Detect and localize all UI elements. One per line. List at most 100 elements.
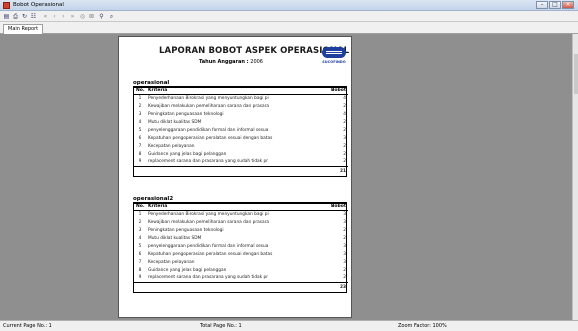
cell-bobot: 2	[343, 143, 346, 149]
table-row: 2 Kewajiban melakukan pemeliharaan sarana…	[134, 218, 348, 226]
cell-no: 8	[138, 151, 142, 157]
search-icon[interactable]: ⚲	[98, 13, 105, 20]
cell-kriteria: Guidance yang jelas bagi pelanggan	[148, 151, 227, 157]
zoom-icon[interactable]: ⌕	[108, 13, 115, 20]
table-row: 4 Mutu diklat kualitas SDM 2	[134, 234, 348, 242]
tab-main-report[interactable]: Main Report	[3, 24, 44, 34]
zoom-status: Zoom Factor: 100%	[398, 323, 447, 329]
table-row: 3 Peningkatan penguasaan teknologi 4	[134, 110, 348, 118]
table-row: 5 penyelenggaraan pendidikan formal dan i…	[134, 242, 348, 250]
section-title: operasional2	[133, 195, 347, 203]
column-header-no: No.	[134, 204, 146, 211]
cell-kriteria: penyelenggaraan pendidikan formal dan in…	[148, 127, 269, 133]
table-row: 4 Mutu diklat kualitas SDM 2	[134, 118, 348, 126]
logo-text: SUCOFINDO	[322, 60, 346, 64]
fiscal-year-value: 2006	[250, 59, 263, 65]
app-icon	[3, 2, 10, 9]
logo-mark	[322, 47, 346, 58]
table-row: 8 Guidance yang jelas bagi pelanggan 2	[134, 266, 348, 274]
table-row: 1 Penyederhanaan Birokrasi yang menyuntun…	[134, 210, 348, 218]
cell-no: 5	[138, 127, 142, 133]
cell-kriteria: Kecepatan pelayanan	[148, 143, 195, 149]
cell-kriteria: Mutu diklat kualitas SDM	[148, 119, 202, 125]
cell-bobot: 3	[343, 243, 346, 249]
cell-no: 4	[138, 235, 142, 241]
cell-bobot: 3	[343, 211, 346, 217]
cell-bobot: 4	[343, 111, 346, 117]
cell-no: 9	[138, 275, 142, 281]
refresh-icon[interactable]: ↻	[21, 13, 28, 20]
window-title: Bobot Operasional	[13, 2, 64, 8]
table-row: 1 Penyederhanaan Birokrasi yang menyuntun…	[134, 94, 348, 102]
cell-bobot: 2	[343, 127, 346, 133]
current-page-status: Current Page No.: 1	[3, 323, 52, 329]
table-row: 2 Kewajiban melakukan pemeliharaan sarana…	[134, 102, 348, 110]
table-row: 6 Kepatuhan pengoperasian peralatan sesua…	[134, 134, 348, 142]
cell-kriteria: Kecepatan pelayanan	[148, 259, 195, 265]
cell-no: 4	[138, 119, 142, 125]
table-frame: No. Kriteria Bobot 1 Penyederhanaan Birok…	[133, 87, 348, 177]
table-row: 6 Kepatuhan pengoperasian peralatan sesua…	[134, 250, 348, 258]
table-total-row: 21	[134, 165, 348, 176]
cell-kriteria: Kewajiban melakukan pemeliharaan sarana …	[148, 219, 270, 225]
cell-bobot: 2	[343, 267, 346, 273]
export-icon[interactable]: ▤	[3, 13, 10, 20]
cell-kriteria: Kewajiban melakukan pemeliharaan sarana …	[148, 103, 270, 109]
cell-no: 2	[138, 103, 142, 109]
first-page-icon[interactable]: «	[42, 13, 49, 20]
cell-no: 3	[138, 227, 142, 233]
table-row: 9 replacement sarana dan prasarana yang s…	[134, 274, 348, 282]
criteria-table: No. Kriteria Bobot 1 Penyederhanaan Birok…	[134, 204, 348, 292]
cell-kriteria: penyelenggaraan pendidikan formal dan in…	[148, 243, 269, 249]
table-row: 7 Kecepatan pelayanan 3	[134, 258, 348, 266]
report-subtitle: Tahun Anggaran : 2006	[199, 59, 263, 65]
cell-bobot: 3	[343, 219, 346, 225]
column-header-no: No.	[134, 88, 146, 95]
group-tree-icon[interactable]: ☷	[30, 13, 37, 20]
title-bar: Bobot Operasional – □ ×	[0, 0, 578, 11]
cell-no: 5	[138, 243, 142, 249]
cell-no: 3	[138, 111, 142, 117]
company-logo: SUCOFINDO	[319, 47, 349, 67]
report-page: LAPORAN BOBOT ASPEK OPERASIONAL Tahun An…	[118, 36, 352, 318]
table-row: 7 Kecepatan pelayanan 2	[134, 142, 348, 150]
minimize-button[interactable]: –	[536, 1, 548, 9]
next-page-icon[interactable]: ›	[60, 13, 67, 20]
cell-bobot: 3	[343, 251, 346, 257]
close-button[interactable]: ×	[562, 1, 574, 9]
status-bar: Current Page No.: 1 Total Page No.: 1 Zo…	[0, 320, 578, 331]
stop-icon[interactable]: ⊠	[88, 13, 95, 20]
maximize-button[interactable]: □	[549, 1, 561, 9]
cell-kriteria: Kepatuhan pengoperasian peralatan sesuai…	[148, 251, 273, 257]
print-icon[interactable]: ⎙	[12, 13, 19, 20]
table-row: 5 penyelenggaraan pendidikan formal dan i…	[134, 126, 348, 134]
cell-bobot: 2	[343, 119, 346, 125]
cell-kriteria: Mutu diklat kualitas SDM	[148, 235, 202, 241]
table-frame: No. Kriteria Bobot 1 Penyederhanaan Birok…	[133, 203, 348, 293]
total-page-status: Total Page No.: 1	[200, 323, 242, 329]
cell-bobot: 2	[343, 159, 346, 165]
cell-no: 9	[138, 159, 142, 165]
cell-kriteria: Kepatuhan pengoperasian peralatan sesuai…	[148, 135, 273, 141]
cell-kriteria: replacement sarana dan prasarana yang su…	[148, 159, 269, 165]
section-operasional: operasional No. Kriteria Bobot 1 Penyeder…	[133, 79, 348, 177]
cell-no: 7	[138, 259, 142, 265]
previous-page-icon[interactable]: ‹	[51, 13, 58, 20]
report-toolbar: ▤ ⎙ ↻ ☷ « ‹ › » ◎ ⊠ ⚲ ⌕	[0, 11, 578, 22]
vertical-scrollbar[interactable]	[572, 34, 578, 320]
table-total-row: 23	[134, 281, 348, 292]
cell-kriteria: replacement sarana dan prasarana yang su…	[148, 275, 269, 281]
goto-page-icon[interactable]: ◎	[79, 13, 86, 20]
section-operasional2: operasional2 No. Kriteria Bobot 1 Penyede…	[133, 195, 348, 293]
cell-no: 8	[138, 267, 142, 273]
fiscal-year-label: Tahun Anggaran :	[199, 59, 249, 65]
cell-no: 1	[138, 95, 142, 101]
scrollbar-thumb[interactable]	[574, 54, 578, 94]
cell-kriteria: Penyederhanaan Birokrasi yang menyuntung…	[148, 95, 269, 101]
cell-no: 6	[138, 135, 142, 141]
cell-bobot: 4	[343, 95, 346, 101]
cell-kriteria: Penyederhanaan Birokrasi yang menyuntung…	[148, 211, 269, 217]
last-page-icon[interactable]: »	[69, 13, 76, 20]
table-row: 9 replacement sarana dan prasarana yang s…	[134, 158, 348, 166]
table-row: 3 Peningkatan penguasaan teknologi 2	[134, 226, 348, 234]
